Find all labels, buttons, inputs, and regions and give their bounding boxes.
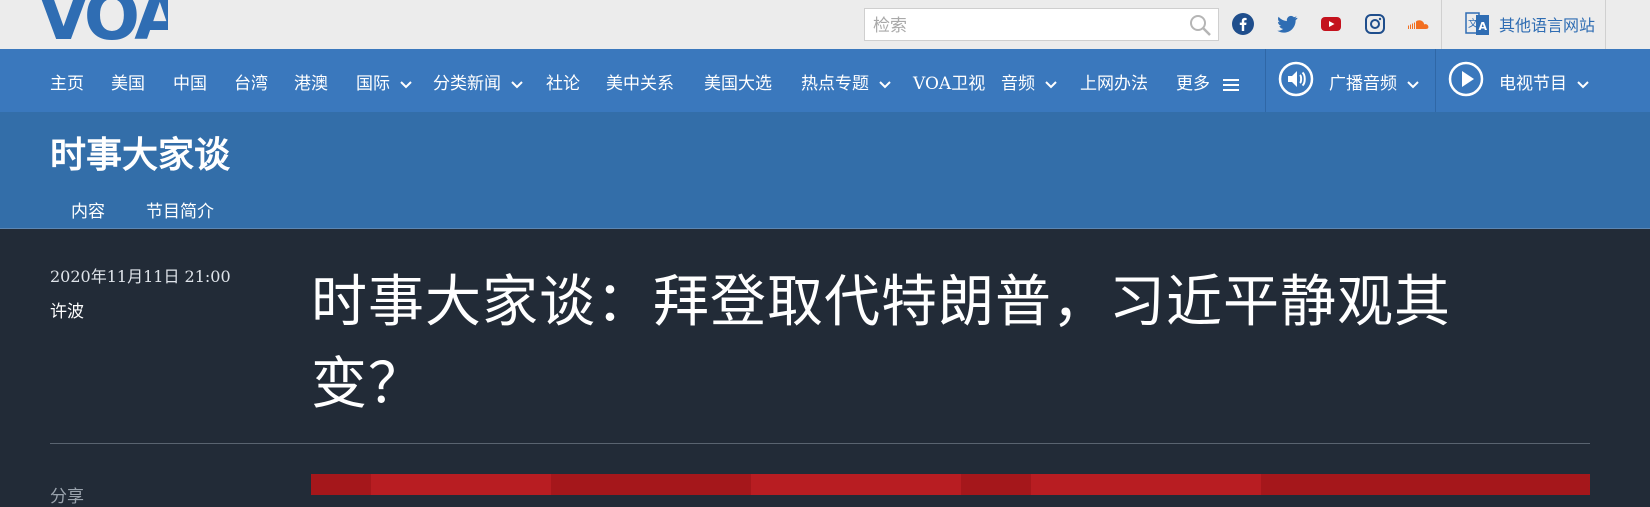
chevron-down-icon: [400, 80, 413, 88]
voa-logo[interactable]: VOA: [38, 0, 168, 49]
nav-separator: [1435, 49, 1436, 112]
chevron-down-icon: [879, 80, 892, 88]
language-icon: 文 A: [1465, 12, 1489, 35]
nav-item-usa[interactable]: 美国: [111, 69, 145, 94]
nav-item-editorials[interactable]: 社论: [546, 69, 580, 94]
search-icon[interactable]: [1188, 13, 1212, 37]
nav-item-international-label: 国际: [356, 74, 390, 94]
article-datetime: 2020年11月11日 21:00: [50, 267, 231, 286]
nav-item-topics-label: 热点专题: [801, 74, 869, 94]
speaker-icon[interactable]: [1278, 61, 1314, 97]
nav-item-more-label: 更多: [1176, 74, 1210, 94]
nav-item-taiwan[interactable]: 台湾: [234, 69, 268, 94]
nav-item-categories[interactable]: 分类新闻: [433, 69, 525, 94]
media-panel: [371, 474, 551, 495]
article-headline: 时事大家谈：拜登取代特朗普，习近平静观其变？: [311, 270, 1451, 417]
search-input[interactable]: [865, 9, 1175, 42]
article-author[interactable]: 许波: [50, 297, 84, 322]
search-box[interactable]: [864, 8, 1219, 42]
nav-item-us-china[interactable]: 美中关系: [606, 69, 674, 94]
tv-dropdown-label: 电视节目: [1499, 74, 1567, 94]
media-panel: [751, 474, 961, 495]
instagram-icon[interactable]: [1363, 12, 1387, 36]
nav-item-home[interactable]: 主页: [50, 69, 84, 94]
facebook-icon[interactable]: [1231, 12, 1255, 36]
nav-item-audio-label: 音频: [1001, 74, 1035, 94]
article-media[interactable]: [311, 474, 1590, 495]
nav-item-categories-label: 分类新闻: [433, 74, 501, 94]
radio-dropdown-label: 广播音频: [1329, 74, 1397, 94]
other-languages-link[interactable]: 文 A 其他语言网站: [1441, 0, 1606, 49]
soundcloud-icon[interactable]: [1407, 12, 1431, 36]
nav-item-international[interactable]: 国际: [356, 69, 414, 94]
program-header: 时事大家谈 内容 节目简介: [0, 112, 1650, 229]
play-icon[interactable]: [1448, 61, 1484, 97]
svg-text:A: A: [1479, 20, 1488, 33]
media-panel: [1031, 474, 1261, 495]
nav-item-hk-macau[interactable]: 港澳: [294, 69, 328, 94]
other-languages-label: 其他语言网站: [1499, 16, 1596, 35]
tv-dropdown[interactable]: 电视节目: [1499, 69, 1591, 94]
radio-dropdown[interactable]: 广播音频: [1329, 69, 1421, 94]
tab-program-info[interactable]: 节目简介: [146, 197, 214, 222]
chevron-down-icon: [1407, 80, 1420, 88]
youtube-icon[interactable]: [1319, 12, 1343, 36]
top-bar: VOA 文 A 其他语言网站: [0, 0, 1650, 49]
twitter-icon[interactable]: [1275, 12, 1299, 36]
svg-text:文: 文: [1468, 17, 1478, 30]
chevron-down-icon: [1577, 80, 1590, 88]
nav-item-voa-tv[interactable]: VOA卫视: [913, 69, 985, 94]
nav-item-circumvention[interactable]: 上网办法: [1080, 69, 1148, 94]
nav-item-china[interactable]: 中国: [173, 69, 207, 94]
menu-icon: [1223, 78, 1240, 91]
header-divider: [0, 228, 1650, 229]
chevron-down-icon: [511, 80, 524, 88]
chevron-down-icon: [1045, 80, 1058, 88]
nav-item-election[interactable]: 美国大选: [704, 69, 772, 94]
tab-content[interactable]: 内容: [71, 197, 105, 222]
nav-item-topics[interactable]: 热点专题: [801, 69, 893, 94]
article-divider: [50, 443, 1590, 444]
main-nav: 主页 美国 中国 台湾 港澳 国际 分类新闻 社论 美中关系 美国大选 热点专题…: [0, 49, 1650, 112]
nav-separator: [1265, 49, 1266, 112]
nav-item-more[interactable]: 更多: [1176, 69, 1241, 95]
nav-item-audio[interactable]: 音频: [1001, 69, 1059, 94]
program-title[interactable]: 时事大家谈: [50, 126, 230, 178]
logo-text: VOA: [38, 0, 168, 49]
